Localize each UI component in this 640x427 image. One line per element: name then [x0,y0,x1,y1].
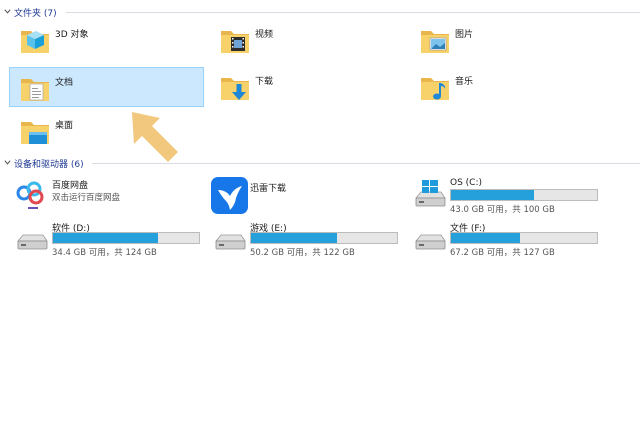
folder-downloads[interactable]: 下载 [210,67,405,107]
drive-usage-bar [250,232,398,244]
devices-group-header[interactable]: 设备和驱动器 (6) [0,156,640,170]
drive-capacity: 34.4 GB 可用，共 124 GB [52,248,157,258]
group-divider [92,163,640,164]
folder-label: 音乐 [455,77,474,87]
documents-folder-icon [18,71,52,105]
folder-label: 3D 对象 [55,30,89,40]
folder-documents[interactable]: 文档 [9,67,204,107]
folder-label: 图片 [455,30,474,40]
desktop-folder-icon [18,114,52,144]
drive-usage-fill [451,190,535,200]
drive-capacity: 50.2 GB 可用，共 122 GB [250,248,355,258]
folder-music[interactable]: 音乐 [410,67,605,107]
hard-drive-icon [410,219,450,259]
drive-usage-bar [450,189,598,201]
app-xunlei-download[interactable]: 迅雷下载 [210,176,410,218]
videos-folder-icon [218,23,252,57]
folder-label: 视频 [255,30,274,40]
drive-usage-fill [251,233,338,243]
drive-capacity: 67.2 GB 可用，共 127 GB [450,248,555,258]
folders-group-header[interactable]: 文件夹 (7) [0,5,640,19]
hard-drive-icon [210,219,250,259]
baidu-netdisk-icon [16,181,44,209]
drive-usage-bar [52,232,200,244]
hard-drive-icon [12,219,52,259]
group-divider [66,12,640,13]
app-name: 迅雷下载 [250,184,287,194]
pictures-folder-icon [418,23,452,57]
folder-label: 下载 [255,77,274,87]
drive-usage-bar [450,232,598,244]
drive-f[interactable]: 文件 (F:) 67.2 GB 可用，共 127 GB [410,219,610,261]
3d-objects-folder-icon [18,31,52,57]
drive-d[interactable]: 软件 (D:) 34.4 GB 可用，共 124 GB [12,219,212,261]
devices-group-title: 设备和驱动器 (6) [14,160,84,170]
drive-c[interactable]: OS (C:) 43.0 GB 可用，共 100 GB [410,176,610,218]
app-name: 百度网盘 [52,181,89,191]
app-subtitle: 双击运行百度网盘 [52,193,121,203]
folder-videos[interactable]: 视频 [210,20,405,60]
app-baidu-netdisk[interactable]: 百度网盘 双击运行百度网盘 [12,176,212,218]
music-folder-icon [418,70,452,104]
chevron-down-icon[interactable] [3,7,12,16]
folders-group-title: 文件夹 (7) [14,9,57,19]
drive-name: OS (C:) [450,178,482,188]
folder-3d-objects[interactable]: 3D 对象 [10,20,205,60]
drive-usage-fill [53,233,159,243]
downloads-folder-icon [218,70,252,100]
folder-pictures[interactable]: 图片 [410,20,605,60]
chevron-down-icon[interactable] [3,158,12,167]
folder-label: 桌面 [55,121,74,131]
xunlei-download-icon [211,177,248,214]
drive-e[interactable]: 游戏 (E:) 50.2 GB 可用，共 122 GB [210,219,410,261]
windows-drive-icon [410,180,450,216]
folder-label: 文档 [55,78,74,88]
drive-capacity: 43.0 GB 可用，共 100 GB [450,205,555,215]
drive-usage-fill [451,233,520,243]
